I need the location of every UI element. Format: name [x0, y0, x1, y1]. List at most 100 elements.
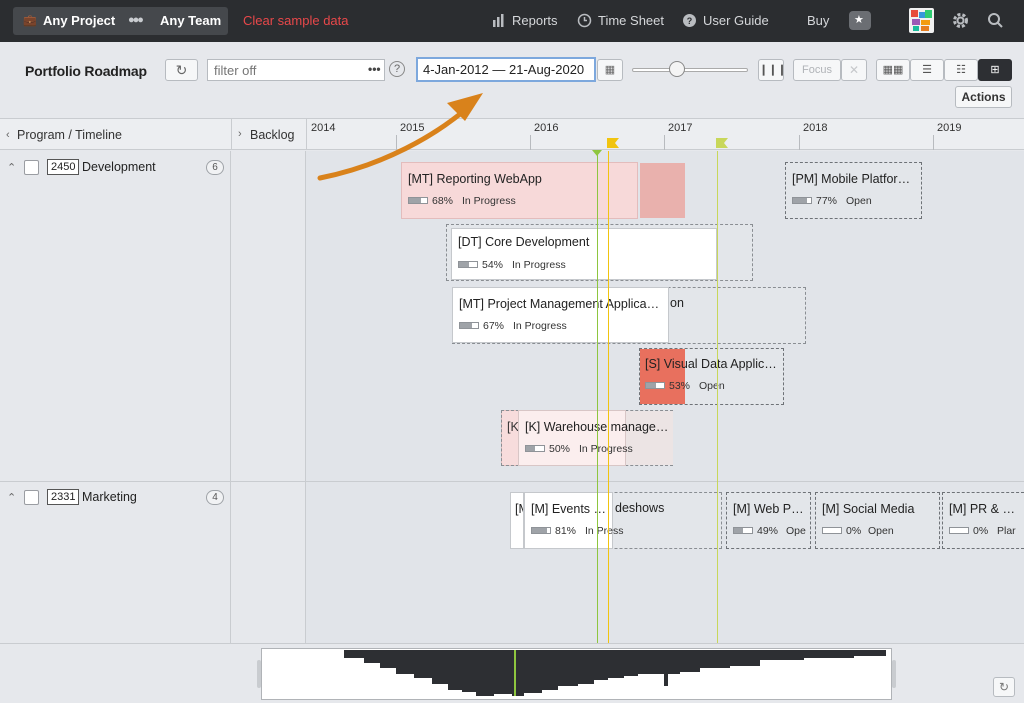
card-percent: 0% — [846, 525, 862, 537]
year-tick — [530, 135, 531, 150]
roadmap-card[interactable]: [M] Web P… 49% Ope — [726, 492, 811, 549]
program-timeline-header: Program / Timeline — [17, 128, 122, 142]
collapse-row-icon[interactable]: ⌃ — [7, 491, 16, 504]
year-label: 2018 — [803, 122, 828, 134]
row-select-checkbox[interactable] — [24, 490, 39, 505]
roadmap-card[interactable]: [K] Warehouse manage… 50% In Progress — [518, 410, 668, 466]
card-title: [M] Social Media — [822, 502, 915, 516]
card-status: Plar — [997, 525, 1016, 537]
calendar-button[interactable]: ▦ — [597, 59, 623, 81]
card-title: [MT] Project Management Applica… — [459, 297, 660, 311]
roadmap-view-icon: ⊞ — [990, 64, 1000, 76]
card-status: In Progress — [512, 259, 566, 271]
progress-bar — [459, 322, 479, 329]
zoom-slider-handle[interactable] — [669, 61, 685, 77]
card-title-overflow: deshows — [615, 501, 665, 515]
progress-bar — [645, 382, 665, 389]
bar-chart-icon[interactable] — [492, 14, 506, 27]
program-id: 2331 — [47, 489, 80, 505]
roadmap-card[interactable]: [S] Visual Data Applic… 53% Open — [639, 348, 784, 405]
reports-link[interactable]: Reports — [512, 13, 558, 28]
callout-arrow — [317, 93, 483, 181]
briefcase-icon[interactable]: 💼 — [23, 14, 37, 27]
collapse-row-icon[interactable]: ⌃ — [7, 161, 16, 174]
columns-button[interactable]: ❙❙❙ — [758, 59, 787, 81]
minimap-reset-button[interactable]: ↻ — [993, 677, 1015, 697]
table-view-icon: ☷ — [956, 64, 966, 76]
milestone-flag-icon[interactable] — [715, 138, 729, 150]
calendar-icon: ▦ — [604, 64, 616, 76]
card-status: In Progress — [579, 443, 633, 455]
progress-fill — [459, 262, 469, 267]
zoom-slider[interactable] — [632, 68, 748, 72]
today-line — [597, 151, 598, 643]
gear-icon[interactable] — [951, 11, 970, 30]
card-title-overflow: on — [670, 296, 684, 310]
filter-input[interactable] — [207, 59, 385, 81]
card-status: Open — [868, 525, 894, 537]
grid-header — [0, 118, 1024, 150]
year-tick — [933, 135, 934, 150]
any-project-filter[interactable]: Any Project — [43, 13, 115, 28]
progress-fill — [532, 528, 547, 533]
milestone-flag-icon[interactable] — [606, 138, 620, 150]
search-icon[interactable] — [987, 12, 1004, 29]
overdue-extension — [640, 163, 685, 218]
year-label: 2017 — [668, 122, 693, 134]
team-icon[interactable]: ●●● — [128, 14, 144, 26]
card-percent: 0% — [973, 525, 989, 537]
card-title-prefix: [M — [515, 502, 523, 516]
header-divider — [306, 118, 307, 150]
actions-button[interactable]: Actions — [955, 86, 1012, 108]
list-view-button[interactable]: ☰ — [910, 59, 944, 81]
date-range-field[interactable]: 4-Jan-2012 — 21-Aug-2020 — [416, 57, 596, 82]
user-avatar[interactable] — [909, 8, 934, 33]
filter-help-icon[interactable]: ? — [389, 61, 405, 77]
buy-link[interactable]: Buy — [807, 13, 829, 28]
card-status: Open — [699, 380, 725, 392]
roadmap-card[interactable]: [M] Social Media 0% Open — [815, 492, 940, 549]
progress-bar — [822, 527, 842, 534]
clock-icon[interactable] — [577, 13, 592, 28]
grid-view-button[interactable]: ▦▦ — [876, 59, 910, 81]
help-circle-icon[interactable]: ? — [682, 13, 697, 28]
any-team-filter[interactable]: Any Team — [160, 13, 221, 28]
item-count-badge: 6 — [206, 160, 224, 175]
refresh-button[interactable]: ↻ — [165, 59, 198, 81]
page-title: Portfolio Roadmap — [25, 63, 147, 79]
stacked-card[interactable]: [M — [510, 492, 524, 549]
row-select-checkbox[interactable] — [24, 160, 39, 175]
focus-button[interactable]: Focus — [793, 59, 841, 81]
svg-text:?: ? — [687, 16, 693, 26]
roadmap-card[interactable]: [PM] Mobile Platfor… 77% Open — [785, 162, 922, 219]
card-percent: 81% — [555, 525, 577, 537]
row-divider — [0, 481, 1024, 482]
table-view-button[interactable]: ☷ — [944, 59, 978, 81]
card-percent: 67% — [483, 320, 505, 332]
clear-sample-data-link[interactable]: Clear sample data — [243, 13, 349, 28]
minimap-right-handle[interactable] — [892, 660, 896, 688]
card-percent: 49% — [757, 525, 779, 537]
roadmap-card[interactable]: [M] Events … 81% In Press — [524, 492, 624, 549]
progress-bar — [733, 527, 753, 534]
roadmap-view-button[interactable]: ⊞ — [978, 59, 1012, 81]
card-percent: 77% — [816, 195, 838, 207]
clear-focus-button[interactable]: ✕ — [841, 59, 867, 81]
year-label: 2016 — [534, 122, 559, 134]
roadmap-card[interactable]: [DT] Core Development 54% In Progress — [451, 228, 717, 280]
time-sheet-link[interactable]: Time Sheet — [598, 13, 664, 28]
user-guide-link[interactable]: User Guide — [703, 13, 769, 28]
header-divider — [231, 118, 232, 150]
star-chat-icon[interactable]: ★ — [849, 11, 871, 30]
program-name[interactable]: Development — [82, 160, 156, 174]
progress-fill — [646, 383, 656, 388]
columns-icon: ❙❙❙ — [759, 64, 787, 76]
minimap-histogram — [344, 650, 886, 696]
progress-bar — [792, 197, 812, 204]
program-name[interactable]: Marketing — [82, 490, 137, 504]
filter-options-icon[interactable]: ••• — [368, 62, 381, 76]
collapse-left-icon[interactable]: ‹ — [6, 129, 10, 141]
expand-backlog-icon[interactable]: › — [238, 128, 242, 140]
roadmap-card[interactable]: [M] PR & … 0% Plar — [942, 492, 1024, 549]
roadmap-card[interactable]: [MT] Project Management Applica… 67% In … — [452, 287, 669, 343]
